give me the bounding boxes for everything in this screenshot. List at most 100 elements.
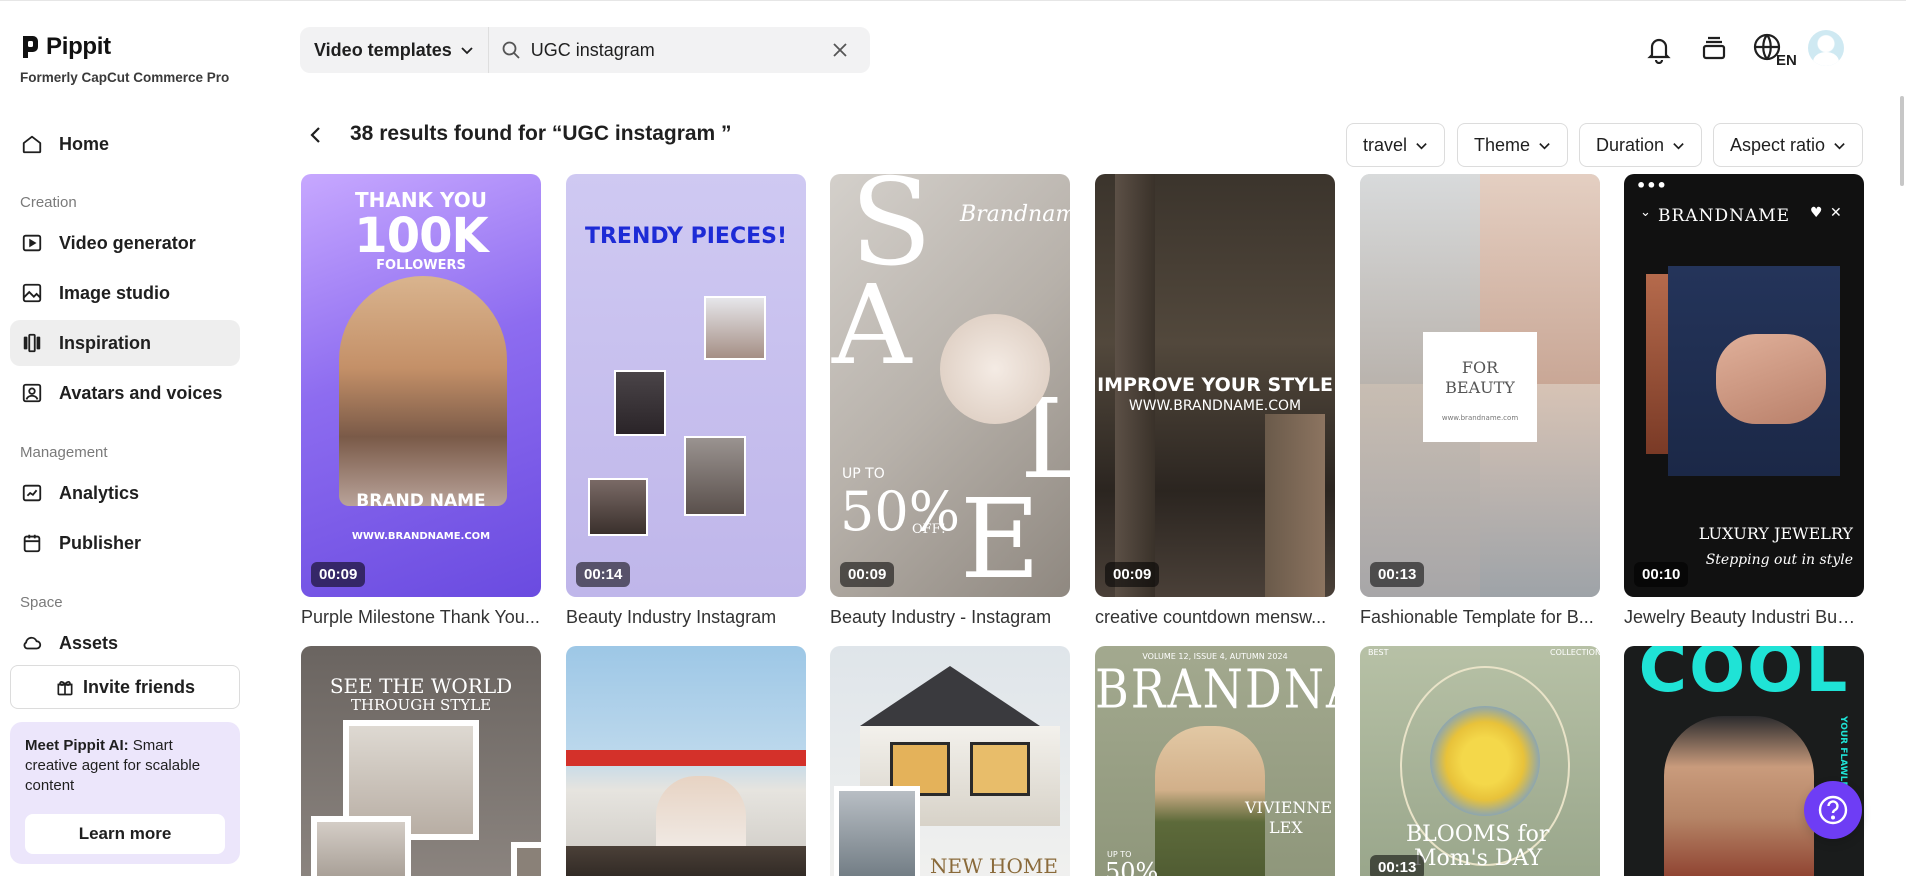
duration-badge: 00:14: [576, 562, 631, 587]
invite-friends-button[interactable]: Invite friends: [10, 665, 240, 709]
overlay-text: FOLLOWERS: [376, 258, 466, 273]
sidebar-item-inspiration[interactable]: Inspiration: [10, 320, 240, 366]
template-title[interactable]: Beauty Industry Instagram: [566, 607, 806, 628]
cloud-icon: [20, 631, 44, 655]
sidebar-item-label: Inspiration: [59, 332, 152, 353]
brand-logo[interactable]: Pippit: [20, 33, 111, 61]
overlay-letter: E: [960, 475, 1041, 597]
layers-icon[interactable]: [1696, 30, 1732, 68]
hand-photo: [1716, 334, 1826, 424]
user-avatar[interactable]: [1808, 30, 1844, 66]
overlay-text: FOR: [1461, 358, 1499, 377]
overlay-text: THROUGH STYLE: [350, 696, 492, 714]
notification-bell-icon[interactable]: [1641, 30, 1677, 68]
section-label-space: Space: [20, 594, 63, 611]
template-thumbnail[interactable]: IMPROVE YOUR STYLE WWW.BRANDNAME.COM 00:…: [1095, 174, 1335, 597]
brand-name: Pippit: [46, 33, 111, 60]
sidebar-item-label: Analytics: [59, 482, 140, 503]
close-icon[interactable]: [830, 40, 850, 60]
duration-badge: 00:09: [1105, 562, 1160, 587]
overlay-text: COOL: [1638, 646, 1850, 707]
brand-subtitle: Formerly CapCut Commerce Pro: [20, 70, 230, 85]
home-icon: [20, 132, 44, 156]
overlay-text: TRENDY PIECES!: [584, 224, 788, 249]
template-thumbnail[interactable]: COOL YOUR FLAWLESS: [1624, 646, 1864, 876]
chevron-left-icon: [310, 127, 320, 143]
template-thumbnail[interactable]: ••• BRANDNAME ⌄ ♥ ✕ LUXURY JEWELRY Stepp…: [1624, 174, 1864, 597]
pippit-logo-icon: [23, 36, 38, 58]
gift-icon: [57, 681, 73, 696]
template-thumbnail[interactable]: Brandname S A L E UP TO 50% OFF! 00:09: [830, 174, 1070, 597]
promo-card: Meet Pippit AI: Smart creative agent for…: [10, 722, 240, 864]
heart-icon: ♥: [1810, 205, 1823, 221]
inspiration-icon: [20, 331, 44, 355]
template-title[interactable]: Fashionable Template for B...: [1360, 607, 1600, 628]
sidebar-item-image-studio[interactable]: Image studio: [10, 270, 240, 316]
chevron-down-icon: [1539, 142, 1550, 149]
search-type-dropdown[interactable]: Video templates: [300, 27, 489, 73]
overlay-text: 50%: [1105, 858, 1159, 876]
template-thumbnail[interactable]: TRENDY PIECES! 00:14: [566, 174, 806, 597]
sidebar-item-label: Home: [59, 133, 110, 154]
overlay-text: 100K: [354, 208, 488, 264]
promo-text: Meet Pippit AI: Smart creative agent for…: [25, 736, 225, 796]
filter-travel[interactable]: travel: [1346, 123, 1446, 167]
sidebar-item-label: Publisher: [59, 532, 142, 553]
section-label-creation: Creation: [20, 194, 77, 211]
sidebar-item-video-generator[interactable]: Video generator: [10, 220, 240, 266]
sidebar-item-assets[interactable]: Assets: [10, 620, 240, 666]
template-title[interactable]: Purple Milestone Thank You...: [301, 607, 541, 628]
sidebar-item-label: Video generator: [59, 232, 196, 253]
overlay-text: BEST: [1368, 648, 1389, 657]
template-thumbnail[interactable]: THANK YOU 100K FOLLOWERS BRAND NAME WWW.…: [301, 174, 541, 597]
chevron-down-icon: [1673, 142, 1684, 149]
sidebar-item-home[interactable]: Home: [10, 121, 240, 167]
overlay-text: BRAND NAME: [356, 491, 486, 511]
section-label-management: Management: [20, 444, 108, 461]
filter-aspect-ratio[interactable]: Aspect ratio: [1713, 123, 1864, 167]
template-thumbnail[interactable]: FOR BEAUTY www.brandname.com 00:13: [1360, 174, 1600, 597]
overlay-letter: A: [832, 261, 912, 389]
background-photo: [1265, 414, 1325, 597]
sidebar-item-publisher[interactable]: Publisher: [10, 520, 240, 566]
overlay-text: VIVIENNE: [1245, 798, 1333, 817]
overlay-text: NEW HOME: [930, 854, 1058, 876]
background-photo: [566, 750, 806, 766]
overlay-text: IMPROVE YOUR STYLE: [1097, 374, 1333, 396]
template-title[interactable]: Jewelry Beauty Industri Busi...: [1624, 607, 1864, 628]
product-photo: [684, 436, 746, 516]
filter-label: Aspect ratio: [1730, 134, 1826, 155]
invite-friends-label: Invite friends: [82, 676, 196, 697]
duration-badge: 00:09: [840, 562, 895, 587]
sidebar-item-analytics[interactable]: Analytics: [10, 470, 240, 516]
sidebar-item-avatars-voices[interactable]: Avatars and voices: [10, 370, 240, 416]
template-thumbnail[interactable]: SEE THE WORLD THROUGH STYLE: [301, 646, 541, 876]
page-scrollbar[interactable]: [1900, 96, 1904, 186]
model-photo: [339, 276, 507, 506]
learn-more-button[interactable]: Learn more: [25, 814, 225, 854]
filter-duration[interactable]: Duration: [1579, 123, 1703, 167]
back-button[interactable]: [306, 122, 326, 148]
duration-badge: 00:10: [1634, 562, 1689, 587]
template-thumbnail[interactable]: BEST COLLECTION BLOOMS for Mom's DAY 00:…: [1360, 646, 1600, 876]
close-icon: ✕: [1830, 205, 1842, 221]
overlay-text: WWW.BRANDNAME.COM: [1128, 398, 1302, 414]
overlay-text: LEX: [1269, 818, 1303, 837]
template-thumbnail[interactable]: NEW HOME: [830, 646, 1070, 876]
overlay-text: WWW.BRANDNAME.COM: [351, 531, 491, 542]
image-studio-icon: [20, 281, 44, 305]
search-input[interactable]: UGC instagram: [531, 40, 830, 61]
language-globe-icon[interactable]: EN: [1752, 30, 1798, 68]
model-photo: [1664, 716, 1814, 876]
template-title[interactable]: Beauty Industry - Instagram: [830, 607, 1070, 628]
house-roof: [860, 666, 1040, 726]
template-title[interactable]: creative countdown mensw...: [1095, 607, 1335, 628]
sidebar-item-label: Image studio: [59, 282, 171, 303]
help-button[interactable]: [1804, 781, 1862, 839]
chevron-down-icon: [461, 47, 473, 55]
filter-theme[interactable]: Theme: [1457, 123, 1569, 167]
template-thumbnail[interactable]: VOLUME 12, ISSUE 4, AUTUMN 2024 BRANDNAM…: [1095, 646, 1335, 876]
overlay-text: OFF!: [912, 522, 946, 537]
results-title: 38 results found for “UGC instagram ”: [350, 122, 732, 145]
template-thumbnail[interactable]: [566, 646, 806, 876]
